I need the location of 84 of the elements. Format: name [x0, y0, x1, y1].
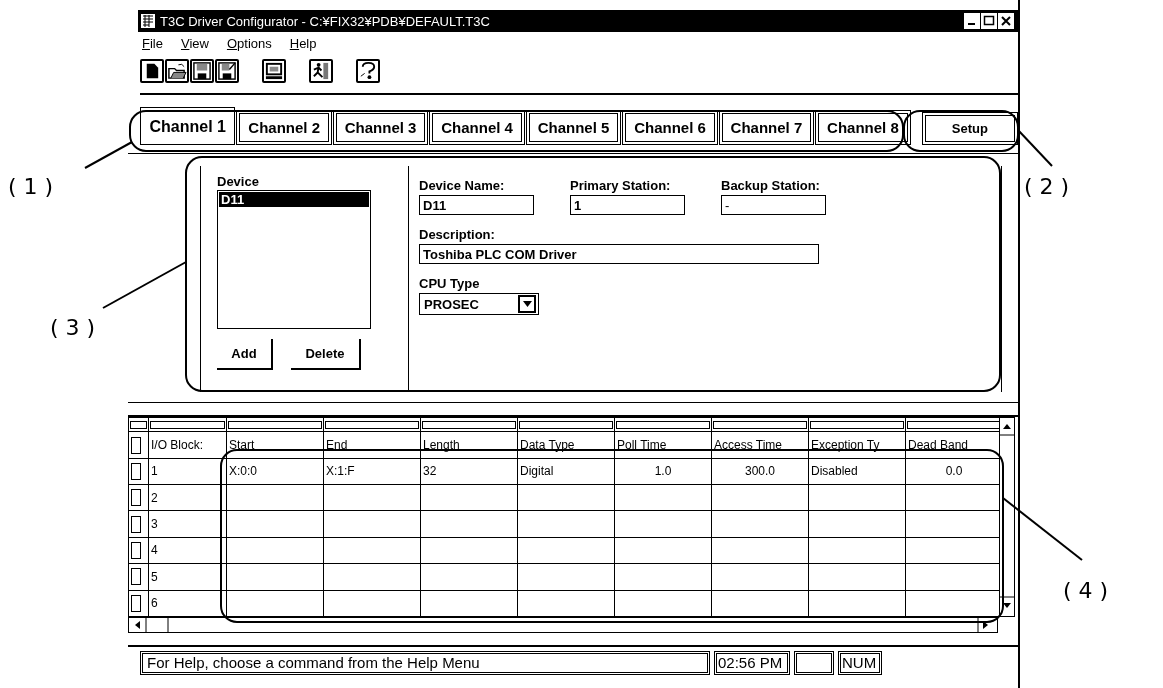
field-label: Backup Station: — [721, 178, 821, 193]
device-list[interactable]: D11 — [217, 190, 371, 329]
row-header-button[interactable] — [131, 489, 141, 507]
column-header: Access Time — [711, 431, 809, 459]
menu-item[interactable]: File — [142, 36, 163, 51]
push-button[interactable]: Delete — [291, 339, 361, 370]
maximize-icon[interactable] — [981, 13, 997, 29]
channel-tab[interactable]: Channel 3 — [332, 110, 429, 145]
column-header: Length — [420, 431, 518, 459]
channel-tab[interactable]: Channel 1 — [140, 107, 236, 145]
status-time: 02:56 PM — [714, 651, 790, 675]
table-cell: 6 — [148, 590, 227, 617]
row-header-button[interactable] — [131, 515, 141, 533]
channel-tab[interactable]: Channel 4 — [429, 110, 525, 145]
column-header-button[interactable] — [907, 420, 1001, 429]
list-item[interactable]: D11 — [219, 192, 369, 207]
table-cell: Digital — [517, 458, 615, 485]
window-title: T3C Driver Configurator - C:¥FIX32¥PDB¥DEFAULT.T3C — [160, 13, 491, 29]
column-header-button[interactable] — [130, 420, 147, 429]
column-header-button[interactable] — [616, 420, 710, 429]
column-header-button[interactable] — [519, 420, 613, 429]
channel-tab[interactable]: Channel 6 — [622, 110, 718, 145]
field-label: Primary Station: — [570, 178, 672, 193]
status-indicator: NUM — [838, 651, 882, 675]
callout-label: ( 4 ) — [1063, 578, 1109, 603]
row-header-button[interactable] — [131, 594, 141, 612]
push-button[interactable]: Add — [217, 339, 273, 370]
table-cell: 300.0 — [711, 458, 809, 485]
table-cell: 3 — [148, 510, 227, 538]
save-as-icon[interactable] — [215, 59, 239, 83]
input-field[interactable]: D11 — [419, 195, 534, 215]
table-cell: 1 — [148, 458, 227, 485]
table-cell: Disabled — [808, 458, 906, 485]
row-header-button[interactable] — [131, 568, 141, 586]
column-header: Start — [226, 431, 324, 459]
running-person-icon[interactable] — [309, 59, 333, 83]
open-folder-icon[interactable] — [165, 59, 189, 83]
callout-label: ( 2 ) — [1024, 174, 1070, 199]
column-header-button[interactable] — [810, 420, 904, 429]
input-field[interactable]: 1 — [570, 195, 685, 215]
row-header-button[interactable] — [131, 542, 141, 559]
menu-item[interactable]: Help — [289, 36, 317, 51]
cpu-type-dropdown[interactable]: PROSEC — [419, 293, 539, 315]
new-file-icon[interactable] — [140, 59, 164, 83]
field-label: CPU Type — [419, 276, 481, 291]
column-header: End — [323, 431, 421, 459]
table-cell: 2 — [148, 484, 227, 511]
field-label: Device Name: — [419, 178, 506, 193]
column-header-button[interactable] — [325, 420, 419, 429]
row-header-button[interactable] — [131, 462, 141, 480]
table-cell: 4 — [148, 537, 227, 564]
row-header-button[interactable] — [131, 436, 141, 454]
callout-label: ( 3 ) — [50, 315, 96, 340]
help-icon[interactable] — [356, 59, 380, 83]
table-cell: 1.0 — [614, 458, 712, 485]
channel-tab[interactable]: Channel 8 — [815, 110, 911, 145]
callout-label: ( 1 ) — [8, 174, 54, 199]
input-field[interactable]: Toshiba PLC COM Driver — [419, 244, 819, 264]
close-icon[interactable] — [998, 13, 1014, 29]
column-header-button[interactable] — [228, 420, 322, 429]
minimize-icon[interactable] — [964, 13, 980, 29]
leader-line — [84, 141, 133, 169]
column-header: I/O Block: — [148, 431, 227, 459]
channel-tab[interactable]: Channel 5 — [525, 110, 622, 145]
save-icon[interactable] — [190, 59, 214, 83]
column-header-button[interactable] — [713, 420, 807, 429]
field-label: Description: — [419, 227, 496, 242]
table-cell: 5 — [148, 563, 227, 591]
input-field[interactable]: - — [721, 195, 826, 215]
column-header-button[interactable] — [150, 420, 225, 429]
channel-tab[interactable]: Channel 2 — [236, 110, 332, 145]
status-message: For Help, choose a command from the Help Menu — [140, 651, 710, 675]
status-pane — [794, 651, 834, 675]
menu-item[interactable]: View — [180, 36, 209, 51]
channel-tab[interactable]: Channel 7 — [718, 110, 815, 145]
menu-item[interactable]: Options — [226, 36, 272, 51]
computer-icon[interactable] — [262, 59, 286, 83]
table-cell: X:0:0 — [226, 458, 324, 485]
list-label: Device — [217, 174, 260, 189]
setup-button[interactable]: Setup — [921, 112, 1019, 145]
table-cell: 32 — [420, 458, 518, 485]
table-cell: X:1:F — [323, 458, 421, 485]
column-header-button[interactable] — [422, 420, 516, 429]
column-header: Poll Time — [614, 431, 712, 459]
